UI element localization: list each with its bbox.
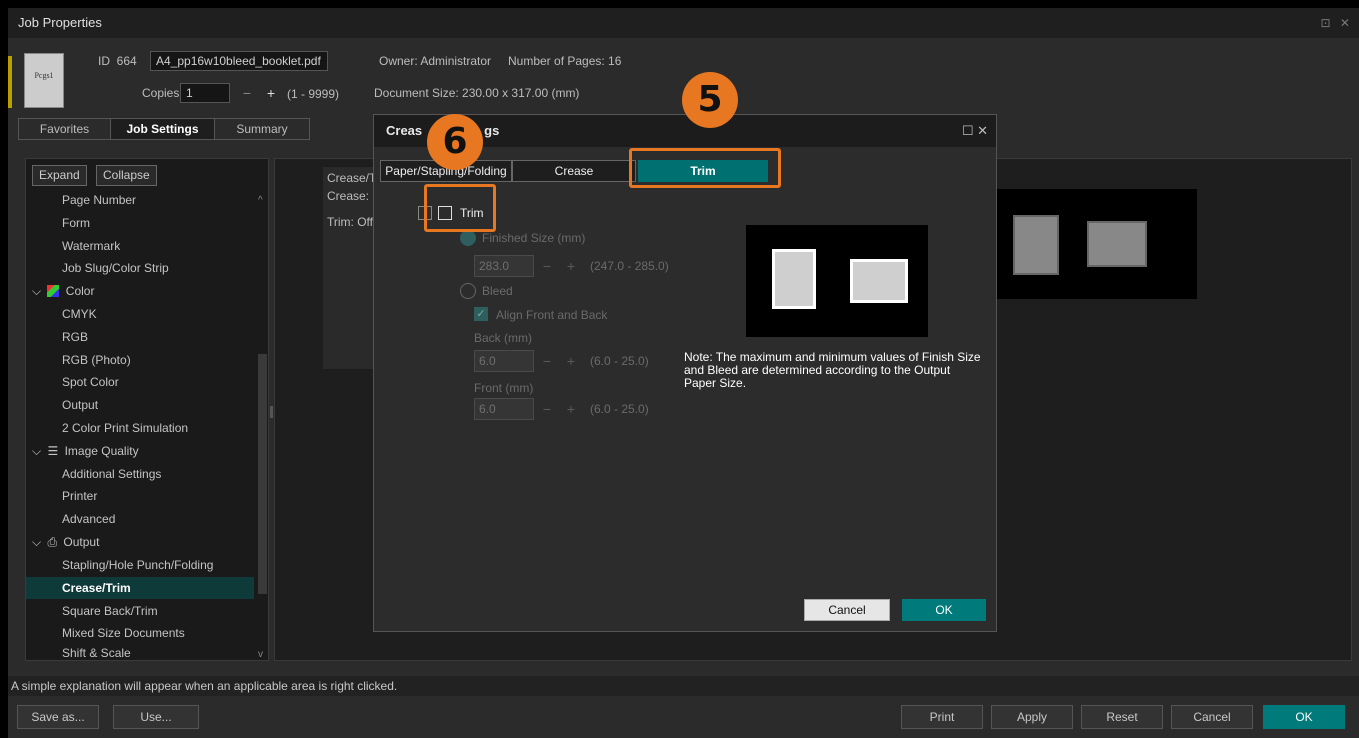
tree-item-watermark[interactable]: Watermark (26, 235, 254, 257)
main-tabbar: Favorites Job Settings Summary (18, 118, 310, 140)
note-text: Note: The maximum and minimum values of … (684, 350, 981, 390)
bleed-label: Bleed (482, 284, 513, 298)
finished-size-input[interactable]: 283.0 (474, 255, 534, 277)
status-bar: A simple explanation will appear when an… (8, 676, 1359, 696)
preview-portrait-sheet (772, 249, 816, 309)
panel-splitter[interactable] (270, 406, 273, 418)
reset-button[interactable]: Reset (1081, 705, 1163, 729)
tree-item-printer[interactable]: Printer (26, 485, 254, 507)
chevron-down-icon: ⌵ (32, 535, 42, 549)
summary-line-1: Crease/T (327, 171, 377, 185)
document-thumbnail: Pcgs1 (24, 53, 64, 108)
tree-item-additional-settings[interactable]: Additional Settings (26, 463, 254, 485)
front-increment[interactable]: + (560, 398, 582, 420)
tree-item-2-color-sim[interactable]: 2 Color Print Simulation (26, 417, 254, 439)
back-input[interactable]: 6.0 (474, 350, 534, 372)
chevron-down-icon: ⌵ (32, 284, 42, 298)
step-badge-5: 5 (682, 72, 738, 128)
use-button[interactable]: Use... (113, 705, 199, 729)
preview-landscape-page (1087, 221, 1147, 267)
tree-group-color[interactable]: ⌵ Color (26, 280, 254, 302)
back-increment[interactable]: + (560, 350, 582, 372)
preview-landscape-sheet (850, 259, 908, 303)
callout-trim-checkbox (424, 184, 496, 232)
tree-item-advanced[interactable]: Advanced (26, 508, 254, 530)
align-label: Align Front and Back (496, 308, 608, 322)
finished-size-decrement[interactable]: − (536, 255, 558, 277)
back-label: Back (mm) (474, 331, 532, 345)
tree-item-mixed-size[interactable]: Mixed Size Documents (26, 622, 254, 644)
collapse-button[interactable]: Collapse (96, 165, 157, 186)
tab-favorites[interactable]: Favorites (19, 119, 111, 139)
settings-tree-panel: Expand Collapse ^ v Page Number Form Wat… (25, 158, 269, 661)
tree-item-job-slug[interactable]: Job Slug/Color Strip (26, 257, 254, 279)
color-icon (47, 285, 60, 297)
cancel-button[interactable]: Cancel (1171, 705, 1253, 729)
printer-icon: ⎙ (47, 535, 58, 549)
finished-size-increment[interactable]: + (560, 255, 582, 277)
tree-item-crease-trim[interactable]: Crease/Trim (26, 577, 254, 599)
dialog-cancel-button[interactable]: Cancel (804, 599, 890, 621)
highlight-strip (8, 56, 12, 108)
job-properties-window: Job Properties ⊡ ✕ Pcgs1 ID 664 A4_pp16w… (8, 8, 1359, 738)
window-controls[interactable]: ⊡ ✕ (1321, 8, 1353, 38)
finished-size-label: Finished Size (mm) (482, 231, 586, 245)
finished-size-radio[interactable] (460, 230, 476, 246)
summary-line-3: Trim: Off (327, 215, 373, 229)
image-quality-icon: ☰ (47, 444, 59, 458)
ok-button[interactable]: OK (1263, 705, 1345, 729)
front-range: (6.0 - 25.0) (590, 402, 649, 416)
tab-crease[interactable]: Crease (512, 160, 636, 182)
callout-trim-tab (629, 148, 781, 188)
tree-item-stapling[interactable]: Stapling/Hole Punch/Folding (26, 554, 254, 576)
scroll-up-icon[interactable]: ^ (258, 195, 263, 206)
copies-input[interactable]: 1 (180, 83, 230, 103)
chevron-down-icon: ⌵ (32, 444, 42, 458)
tree-item-cmyk[interactable]: CMYK (26, 303, 254, 325)
dialog-controls[interactable]: ☐ ✕ (962, 115, 988, 147)
owner-text: Owner: Administrator (379, 54, 492, 68)
window-title: Job Properties (8, 8, 1359, 38)
tab-job-settings[interactable]: Job Settings (111, 119, 215, 139)
document-size-text: Document Size: 230.00 x 317.00 (mm) (374, 86, 580, 100)
tree-group-output[interactable]: ⌵ ⎙ Output (26, 531, 254, 553)
front-decrement[interactable]: − (536, 398, 558, 420)
tree-item-shift-scale[interactable]: Shift & Scale (26, 645, 254, 660)
back-decrement[interactable]: − (536, 350, 558, 372)
tree-group-image-quality[interactable]: ⌵ ☰ Image Quality (26, 440, 254, 462)
align-checkbox[interactable]: ✓ (474, 307, 488, 321)
dialog-ok-button[interactable]: OK (902, 599, 986, 621)
filename-field[interactable]: A4_pp16w10bleed_booklet.pdf (150, 51, 328, 71)
tree-item-page-number[interactable]: Page Number (26, 189, 254, 211)
front-label: Front (mm) (474, 381, 534, 395)
copies-label: Copies (142, 86, 180, 100)
copies-increment-button[interactable]: + (260, 83, 282, 103)
expand-button[interactable]: Expand (32, 165, 87, 186)
preview-portrait-page (1013, 215, 1059, 275)
tree-item-square-back[interactable]: Square Back/Trim (26, 600, 254, 622)
tree-item-rgb[interactable]: RGB (26, 326, 254, 348)
save-as-button[interactable]: Save as... (17, 705, 99, 729)
bleed-radio[interactable] (460, 283, 476, 299)
finished-size-range: (247.0 - 285.0) (590, 259, 669, 273)
tree-item-spot-color[interactable]: Spot Color (26, 371, 254, 393)
copies-range: (1 - 9999) (287, 87, 340, 101)
tree-item-output-color[interactable]: Output (26, 394, 254, 416)
id-label: ID 664 (98, 54, 137, 68)
copies-decrement-button[interactable]: − (236, 83, 258, 103)
tree-item-form[interactable]: Form (26, 212, 254, 234)
scrollbar-thumb[interactable] (258, 354, 267, 594)
print-button[interactable]: Print (901, 705, 983, 729)
scroll-down-icon[interactable]: v (258, 649, 263, 660)
front-input[interactable]: 6.0 (474, 398, 534, 420)
tab-summary[interactable]: Summary (215, 119, 309, 139)
tree-item-rgb-photo[interactable]: RGB (Photo) (26, 349, 254, 371)
back-range: (6.0 - 25.0) (590, 354, 649, 368)
step-badge-6: 6 (427, 114, 483, 170)
page-count-text: Number of Pages: 16 (508, 54, 622, 68)
apply-button[interactable]: Apply (991, 705, 1073, 729)
